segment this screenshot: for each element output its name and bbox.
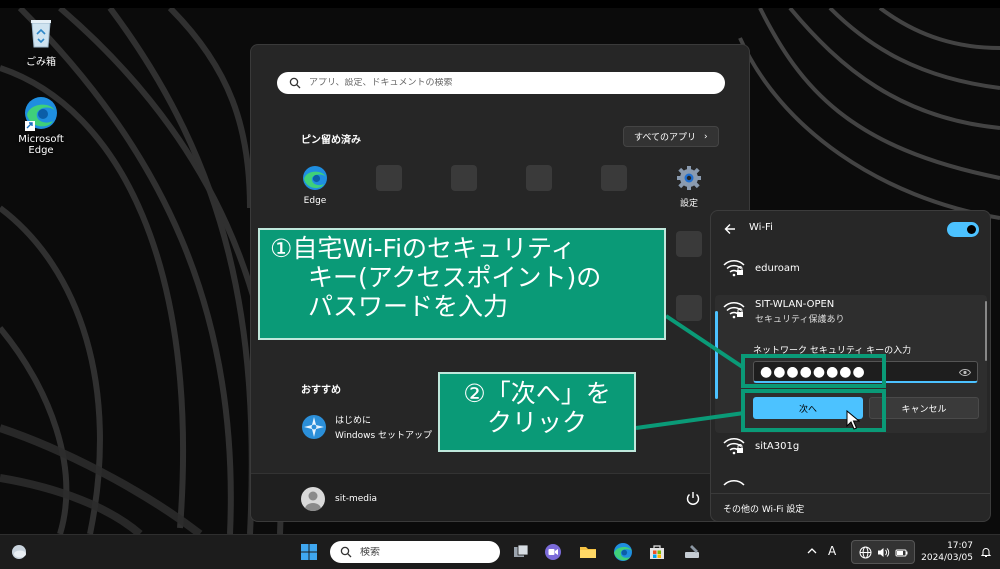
- pinned-app-placeholder[interactable]: [676, 295, 702, 321]
- all-apps-label: すべてのアプリ: [634, 133, 697, 143]
- recycle-bin-label: ごみ箱: [26, 57, 56, 68]
- task-view-icon[interactable]: [511, 542, 531, 562]
- selection-accent-bar: [715, 311, 718, 399]
- scrollbar[interactable]: [985, 301, 987, 361]
- clock-time: 17:07: [947, 541, 973, 551]
- pinned-app-placeholder[interactable]: [376, 165, 402, 191]
- power-icon[interactable]: [685, 490, 701, 506]
- taskbar-search-input[interactable]: [360, 546, 480, 558]
- all-apps-button[interactable]: すべてのアプリ ›: [623, 126, 719, 147]
- more-wifi-settings-link[interactable]: その他の Wi-Fi 設定: [723, 502, 804, 515]
- wifi-network-status: セキュリティ保護あり: [755, 315, 845, 325]
- taskbar: A 17:07 2024/03/05: [0, 534, 1000, 569]
- microsoft-store-icon[interactable]: [647, 542, 667, 562]
- edge-icon[interactable]: [613, 542, 633, 562]
- step1-callout: ①自宅Wi-Fiのセキュリティ キー(アクセスポイント)の パスワードを入力: [258, 228, 666, 340]
- settings-app-icon[interactable]: [682, 542, 702, 562]
- recycle-bin-icon: [23, 14, 59, 50]
- recommended-item-title: はじめに: [335, 416, 372, 426]
- search-icon: [289, 77, 301, 89]
- recycle-bin-desktop-icon[interactable]: ごみ箱: [6, 14, 76, 68]
- recommended-item-getstarted[interactable]: はじめに Windows セットアップ: [301, 413, 432, 441]
- recommended-item-subtitle: Windows セットアップ: [335, 431, 433, 441]
- avatar: [301, 487, 325, 511]
- wifi-panel-footer: その他の Wi-Fi 設定: [711, 493, 990, 521]
- step2-line1: ②「次へ」を: [463, 379, 611, 408]
- notification-bell-icon[interactable]: [980, 546, 992, 558]
- get-started-icon: [301, 414, 327, 440]
- volume-icon: [877, 547, 889, 557]
- globe-network-icon: [859, 546, 871, 558]
- step2-line2: クリック: [486, 408, 587, 437]
- wifi-toggle-switch[interactable]: [947, 222, 979, 237]
- clock-date: 2024/03/05: [921, 553, 973, 563]
- wifi-network-sit-wlan-open[interactable]: SIT-WLAN-OPEN セキュリティ保護あり: [723, 299, 844, 325]
- wifi-network-name: eduroam: [755, 262, 800, 274]
- quick-settings-button[interactable]: [851, 540, 915, 564]
- pinned-app-placeholder[interactable]: [601, 165, 627, 191]
- wifi-secured-icon: [723, 302, 745, 319]
- top-black-bar: [0, 0, 1000, 8]
- wifi-network-name: SIT-WLAN-OPEN: [755, 299, 835, 310]
- user-account-button[interactable]: sit-media: [301, 487, 377, 511]
- step1-line3: パスワードを入力: [308, 292, 509, 321]
- chat-icon[interactable]: [543, 542, 563, 562]
- wifi-icon: [723, 480, 745, 486]
- edge-icon: [23, 95, 59, 131]
- eye-icon[interactable]: [959, 368, 971, 377]
- wifi-network-sita301g[interactable]: sitA301g: [723, 436, 983, 456]
- toggle-knob: [967, 225, 976, 234]
- edge-icon: [302, 165, 328, 191]
- edge-desktop-shortcut[interactable]: Microsoft Edge: [6, 95, 76, 156]
- user-name: sit-media: [335, 494, 377, 504]
- start-search-box[interactable]: [277, 72, 725, 94]
- gear-icon: [676, 165, 702, 191]
- taskbar-search-box[interactable]: [330, 541, 500, 563]
- pinned-app-label: Edge: [303, 196, 327, 206]
- pinned-app-placeholder[interactable]: [526, 165, 552, 191]
- pinned-section-title: ピン留め済み: [301, 135, 361, 146]
- wifi-secured-icon: [723, 438, 745, 455]
- wifi-panel-title: Wi-Fi: [749, 222, 773, 233]
- weather-widget-icon[interactable]: [10, 543, 28, 561]
- ime-indicator[interactable]: A: [828, 544, 836, 558]
- edge-desktop-label: Microsoft Edge: [18, 134, 64, 156]
- step1-line2: キー(アクセスポイント)の: [308, 263, 602, 292]
- start-menu-footer: sit-media: [251, 473, 749, 521]
- chevron-up-icon[interactable]: [806, 546, 818, 556]
- pinned-app-placeholder[interactable]: [451, 165, 477, 191]
- wifi-network-name: sitA301g: [755, 440, 800, 452]
- recommended-section-title: おすすめ: [301, 385, 341, 396]
- pinned-app-settings[interactable]: 設定: [659, 165, 719, 209]
- password-highlight-box: [741, 354, 886, 388]
- start-search-input[interactable]: [309, 78, 689, 88]
- wifi-network-eduroam[interactable]: eduroam: [723, 258, 983, 278]
- file-explorer-icon[interactable]: [578, 542, 598, 562]
- step1-line1: ①自宅Wi-Fiのセキュリティ: [270, 234, 576, 263]
- pinned-app-edge[interactable]: Edge: [285, 165, 345, 206]
- start-windows-icon[interactable]: [299, 542, 319, 562]
- next-highlight-box: [741, 389, 886, 432]
- search-icon: [340, 546, 352, 558]
- wifi-secured-icon: [723, 260, 745, 277]
- battery-plugged-icon: [895, 549, 907, 556]
- system-clock[interactable]: 17:07 2024/03/05: [917, 540, 973, 564]
- wifi-panel-header: Wi-Fi: [711, 211, 990, 247]
- pinned-app-placeholder[interactable]: [676, 231, 702, 257]
- pinned-app-label: 設定: [679, 199, 698, 209]
- chevron-right-icon: ›: [704, 131, 708, 142]
- back-arrow-icon[interactable]: [723, 222, 737, 236]
- step2-callout: ②「次へ」を クリック: [438, 372, 636, 452]
- mouse-cursor-icon: [846, 410, 860, 430]
